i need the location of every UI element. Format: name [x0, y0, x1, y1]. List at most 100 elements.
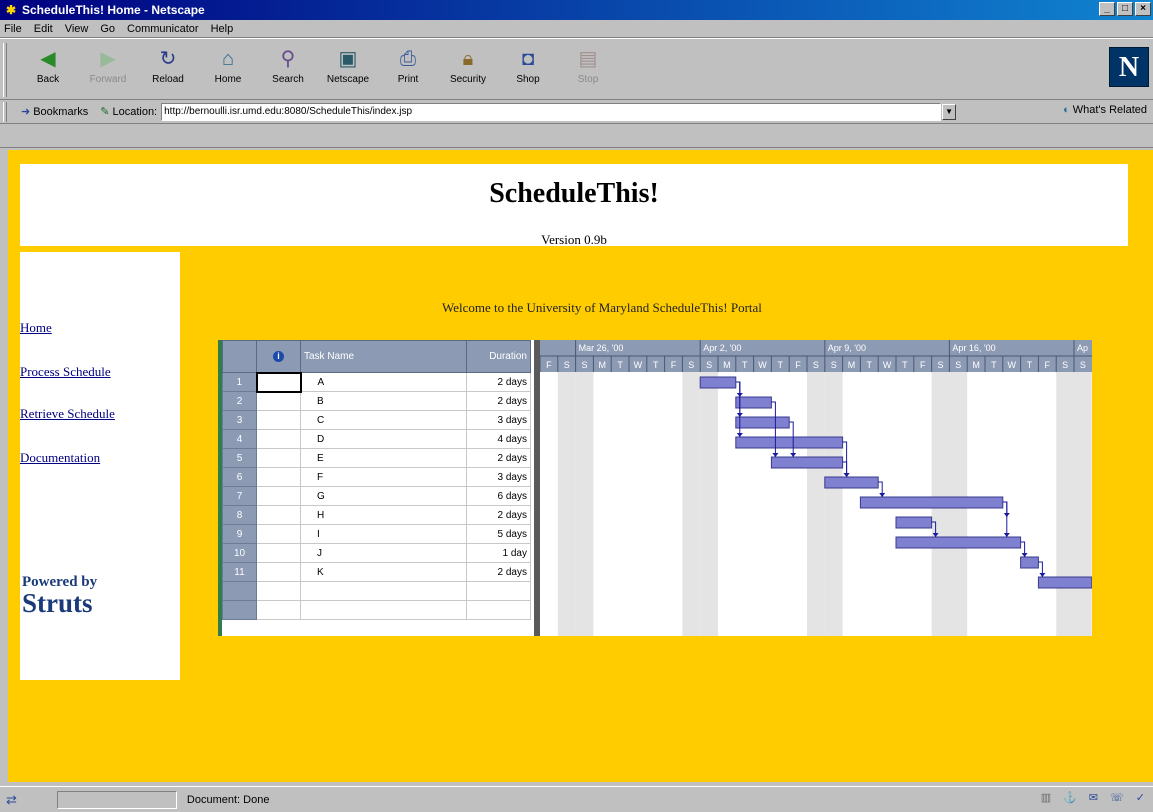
task-name-cell[interactable]: A [300, 372, 467, 392]
duration-cell[interactable]: 3 days [466, 410, 531, 430]
indicator-cell[interactable] [256, 524, 301, 544]
row-number[interactable]: 9 [222, 524, 257, 544]
row-number[interactable]: 11 [222, 562, 257, 582]
indicator-cell[interactable] [256, 391, 301, 411]
duration-cell[interactable]: 2 days [466, 505, 531, 525]
task-row[interactable]: 2 B2 days [222, 391, 531, 411]
indicator-cell[interactable] [256, 581, 301, 601]
powered-by-struts-logo[interactable]: Powered by Struts [22, 574, 97, 617]
indicator-cell[interactable] [256, 505, 301, 525]
print-button[interactable]: ⎙ Print [382, 45, 434, 95]
stop-button[interactable]: ▤ Stop [562, 45, 614, 95]
duration-cell[interactable]: 6 days [466, 486, 531, 506]
menu-help[interactable]: Help [211, 23, 234, 35]
empty-row[interactable] [222, 600, 531, 620]
newsgroups-component-icon[interactable]: ☏ [1110, 791, 1124, 804]
task-name-cell[interactable]: J [300, 543, 467, 563]
row-number[interactable] [222, 581, 257, 601]
duration-cell[interactable] [466, 581, 531, 601]
url-dropdown-button[interactable]: ▼ [942, 103, 957, 120]
menu-file[interactable]: File [4, 23, 22, 35]
indicator-cell[interactable] [256, 600, 301, 620]
search-button[interactable]: ⚲ Search [262, 45, 314, 95]
indicator-cell[interactable] [256, 562, 301, 582]
indicator-cell[interactable] [256, 448, 301, 468]
task-row[interactable]: 9 I5 days [222, 524, 531, 544]
window-title-bar[interactable]: ✱ ScheduleThis! Home - Netscape _ □ × [0, 0, 1153, 20]
row-number[interactable] [222, 600, 257, 620]
indicator-header[interactable]: i [256, 340, 301, 373]
navigator-component-icon[interactable]: ⚓ [1063, 791, 1077, 804]
reload-button[interactable]: ↻ Reload [142, 45, 194, 95]
indicator-cell[interactable] [256, 410, 301, 430]
menu-communicator[interactable]: Communicator [127, 23, 199, 35]
row-number[interactable]: 2 [222, 391, 257, 411]
forward-button[interactable]: ▶ Forward [82, 45, 134, 95]
task-row[interactable]: 11 K 2 days [222, 562, 531, 582]
indicator-cell[interactable] [256, 467, 301, 487]
menu-go[interactable]: Go [100, 23, 115, 35]
duration-cell[interactable]: 2 days [466, 391, 531, 411]
security-button[interactable]: 🔒︎ Security [442, 45, 494, 95]
nav-documentation-link[interactable]: Documentation [20, 450, 100, 466]
empty-row[interactable] [222, 581, 531, 601]
task-name-cell[interactable]: G [300, 486, 467, 506]
duration-cell[interactable]: 2 days [466, 562, 531, 582]
row-number[interactable]: 4 [222, 429, 257, 449]
duration-cell[interactable]: 5 days [466, 524, 531, 544]
task-name-cell[interactable]: B [300, 391, 467, 411]
bookmarks-button[interactable]: ➜ Bookmarks [21, 105, 88, 119]
duration-cell[interactable]: 3 days [466, 467, 531, 487]
task-name-cell[interactable]: H [300, 505, 467, 525]
mail-component-icon[interactable]: ✉ [1089, 791, 1098, 804]
netscape-button[interactable]: ▣ Netscape [322, 45, 374, 95]
nav-process-schedule-link[interactable]: Process Schedule [20, 364, 111, 380]
home-button[interactable]: ⌂ Home [202, 45, 254, 95]
close-button[interactable]: × [1135, 2, 1151, 16]
task-name-cell[interactable]: E [300, 448, 467, 468]
task-row[interactable]: 8 H2 days [222, 505, 531, 525]
row-number[interactable]: 3 [222, 410, 257, 430]
location-grip[interactable] [3, 101, 7, 122]
task-row[interactable]: 6 F3 days [222, 467, 531, 487]
nav-home-link[interactable]: Home [20, 320, 52, 336]
task-name-cell[interactable]: K [300, 562, 467, 582]
duration-cell[interactable]: 2 days [466, 372, 531, 392]
task-name-cell[interactable] [300, 581, 467, 601]
toolbar-grip[interactable] [3, 43, 7, 97]
back-button[interactable]: ◀ Back [22, 45, 74, 95]
row-number[interactable]: 5 [222, 448, 257, 468]
task-row[interactable]: 7 G6 days [222, 486, 531, 506]
task-name-cell[interactable] [300, 600, 467, 620]
row-number[interactable]: 1 [222, 372, 257, 392]
row-number[interactable]: 6 [222, 467, 257, 487]
row-number-header[interactable] [222, 340, 257, 373]
minimize-button[interactable]: _ [1099, 2, 1115, 16]
row-number[interactable]: 10 [222, 543, 257, 563]
composer-component-icon[interactable]: ✓ [1136, 791, 1145, 804]
duration-cell[interactable] [466, 600, 531, 620]
task-name-header[interactable]: Task Name [300, 340, 467, 373]
security-status-icon[interactable]: ▥ [1041, 791, 1051, 804]
duration-header[interactable]: Duration [466, 340, 531, 373]
indicator-cell[interactable] [256, 543, 301, 563]
task-name-cell[interactable]: I [300, 524, 467, 544]
indicator-cell[interactable] [256, 486, 301, 506]
menu-edit[interactable]: Edit [34, 23, 53, 35]
duration-cell[interactable]: 1 day [466, 543, 531, 563]
netscape-logo[interactable]: N [1109, 47, 1149, 87]
task-name-cell[interactable]: F [300, 467, 467, 487]
url-input[interactable]: http://bernoulli.isr.umd.edu:8080/Schedu… [161, 102, 942, 121]
task-row[interactable]: 5 E2 days [222, 448, 531, 468]
task-row[interactable]: 1 A2 days [222, 371, 531, 393]
duration-cell[interactable]: 2 days [466, 448, 531, 468]
task-row[interactable]: 4 D4 days [222, 429, 531, 449]
task-row[interactable]: 10 J 1 day [222, 543, 531, 563]
whats-related-button[interactable]: ◐ What's Related [1063, 104, 1147, 116]
task-name-cell[interactable]: D [300, 429, 467, 449]
row-number[interactable]: 7 [222, 486, 257, 506]
menu-view[interactable]: View [65, 23, 89, 35]
indicator-cell[interactable] [256, 429, 301, 449]
maximize-button[interactable]: □ [1117, 2, 1133, 16]
page-proxy-icon[interactable]: ✎ [100, 105, 109, 118]
